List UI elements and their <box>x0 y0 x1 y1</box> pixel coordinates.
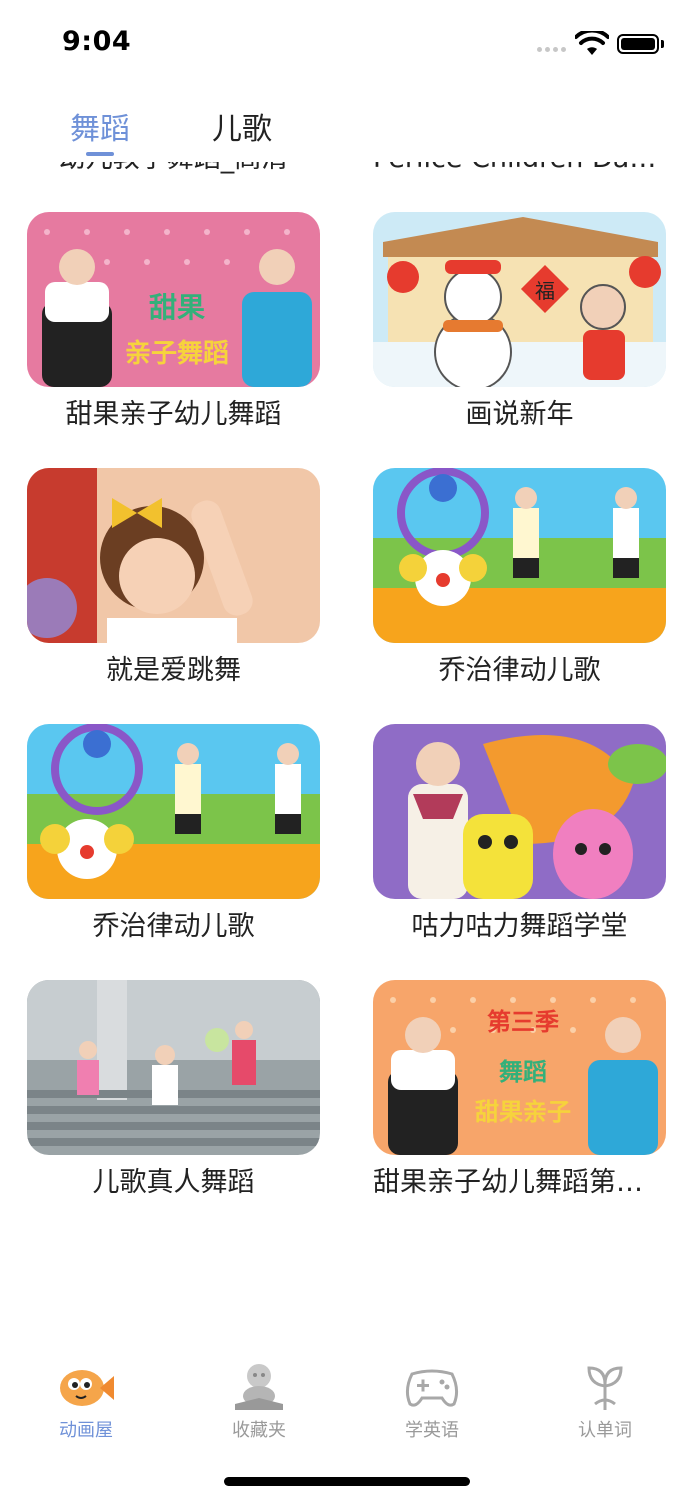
video-card[interactable]: 甜果 亲子舞蹈 甜果亲子幼儿舞蹈 <box>27 212 320 435</box>
nav-item-english[interactable]: 学英语 <box>377 1360 487 1442</box>
baby-reading-icon <box>235 1364 283 1410</box>
thumb-text: 福 <box>535 279 555 303</box>
video-thumbnail <box>373 724 666 899</box>
video-card[interactable]: 幼儿教学舞蹈_高清 <box>27 162 320 179</box>
video-grid[interactable]: 幼儿教学舞蹈_高清 Perlice Children Dance <box>0 162 693 1354</box>
battery-tip <box>661 40 664 48</box>
nav-item-words[interactable]: 认单词 <box>550 1360 660 1442</box>
category-tabs: 舞蹈 儿歌 <box>0 100 693 160</box>
bottom-tab-bar: 动画屋 收藏夹 学英语 认单词 <box>0 1356 693 1456</box>
video-thumbnail: 甜果 亲子舞蹈 <box>27 212 320 387</box>
home-indicator[interactable] <box>224 1477 470 1486</box>
thumb-text: 甜果 <box>149 291 205 324</box>
video-thumbnail: 福 <box>373 212 666 387</box>
video-card[interactable]: Perlice Children Dance <box>373 162 666 179</box>
nav-item-favorites[interactable]: 收藏夹 <box>204 1360 314 1442</box>
thumb-text: 舞蹈 <box>499 1058 547 1086</box>
nav-label: 动画屋 <box>59 1420 113 1441</box>
fish-icon <box>60 1370 114 1406</box>
video-title: 乔治律动儿歌 <box>438 655 601 686</box>
video-card[interactable]: 就是爱跳舞 <box>27 468 320 691</box>
nav-item-animation[interactable]: 动画屋 <box>31 1360 141 1442</box>
video-title: 甜果亲子幼儿舞蹈 <box>65 399 282 430</box>
wifi-icon <box>575 31 609 55</box>
video-card[interactable]: 第三季 舞蹈 甜果亲子 甜果亲子幼儿舞蹈第三季 <box>373 980 666 1203</box>
video-thumbnail: 第三季 舞蹈 甜果亲子 <box>373 980 666 1155</box>
battery-icon <box>617 34 659 54</box>
video-card[interactable]: 儿歌真人舞蹈 <box>27 980 320 1203</box>
nav-label: 认单词 <box>578 1420 632 1441</box>
video-title: 乔治律动儿歌 <box>92 911 255 942</box>
video-thumbnail <box>27 468 320 643</box>
status-bar: 9:04 <box>0 0 693 90</box>
video-card[interactable]: 乔治律动儿歌 <box>373 468 666 691</box>
thumb-text: 第三季 <box>487 1008 559 1036</box>
thumb-text: 甜果亲子 <box>475 1098 571 1126</box>
status-time: 9:04 <box>62 26 132 57</box>
video-title: 画说新年 <box>465 399 574 430</box>
tab-dance[interactable]: 舞蹈 <box>70 104 130 148</box>
video-card[interactable]: 乔治律动儿歌 <box>27 724 320 947</box>
video-thumbnail <box>27 980 320 1155</box>
cellular-signal-icon <box>537 47 566 52</box>
video-card[interactable]: 福 画说新年 <box>373 212 666 435</box>
thumb-text: 亲子舞蹈 <box>125 339 229 369</box>
video-title: 甜果亲子幼儿舞蹈第三季 <box>373 1167 666 1198</box>
video-title: 幼儿教学舞蹈_高清 <box>27 162 320 179</box>
video-card[interactable]: 咕力咕力舞蹈学堂 <box>373 724 666 947</box>
active-tab-indicator <box>86 152 114 156</box>
video-title: 就是爱跳舞 <box>106 655 241 686</box>
gamepad-icon <box>405 1369 459 1407</box>
tab-songs[interactable]: 儿歌 <box>212 104 272 148</box>
nav-label: 收藏夹 <box>232 1420 286 1441</box>
video-title: Perlice Children Dance <box>373 162 666 179</box>
video-title: 咕力咕力舞蹈学堂 <box>411 911 628 942</box>
nav-label: 学英语 <box>405 1420 459 1441</box>
video-title: 儿歌真人舞蹈 <box>92 1167 255 1198</box>
video-thumbnail <box>27 724 320 899</box>
sprout-icon <box>587 1366 623 1410</box>
video-thumbnail <box>373 468 666 643</box>
